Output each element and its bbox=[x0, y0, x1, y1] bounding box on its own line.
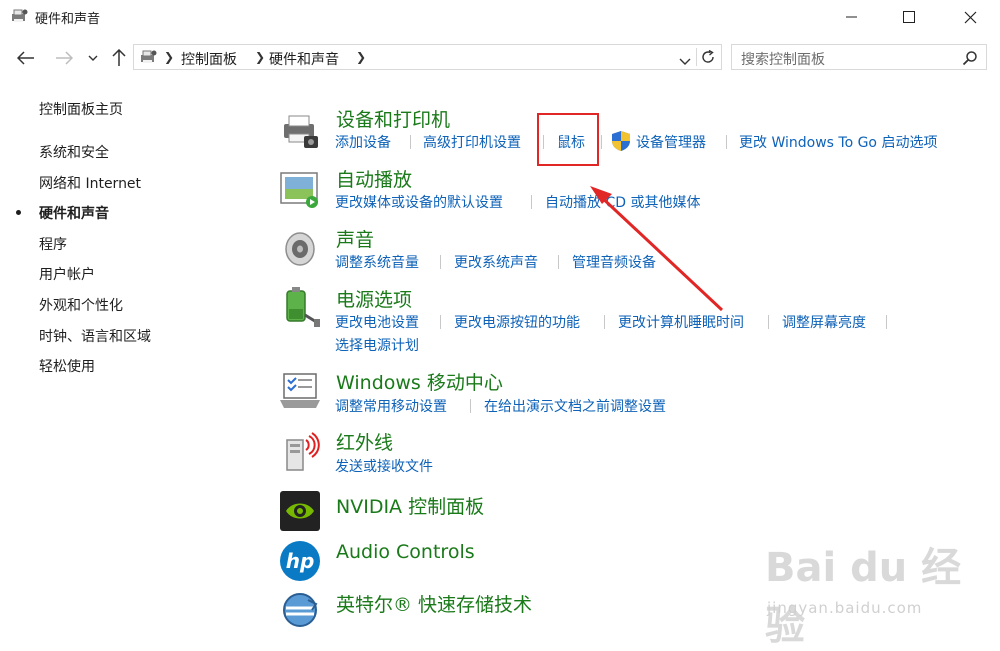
category-mobility-title[interactable]: Windows 移动中心 bbox=[336, 368, 503, 395]
nvidia-icon[interactable] bbox=[278, 489, 322, 533]
link-battery-settings[interactable]: 更改电池设置 bbox=[335, 312, 419, 332]
svg-text:hp: hp bbox=[286, 549, 315, 573]
link-divider bbox=[726, 135, 727, 149]
baidu-watermark: Bai du 经验 jingyan.baidu.com bbox=[765, 535, 965, 649]
hardware-sound-icon bbox=[10, 8, 28, 24]
link-divider bbox=[558, 255, 559, 269]
nav-appearance[interactable]: 外观和个性化 bbox=[39, 295, 123, 315]
nav-network-internet[interactable]: 网络和 Internet bbox=[39, 173, 141, 193]
maximize-button[interactable] bbox=[886, 0, 932, 34]
hp-logo-icon[interactable]: hp bbox=[278, 539, 322, 583]
battery-icon[interactable] bbox=[278, 285, 322, 329]
nav-user-accounts[interactable]: 用户帐户 bbox=[39, 264, 95, 284]
link-divider bbox=[531, 195, 532, 209]
search-box[interactable]: 搜索控制面板 bbox=[731, 44, 987, 70]
minimize-button[interactable] bbox=[829, 0, 875, 34]
link-divider bbox=[604, 315, 605, 329]
link-autoplay-cd[interactable]: 自动播放 CD 或其他媒体 bbox=[545, 192, 700, 212]
forward-arrow-icon[interactable] bbox=[54, 48, 74, 68]
search-icon[interactable] bbox=[962, 50, 978, 70]
intel-storage-icon[interactable] bbox=[278, 588, 322, 632]
category-audio-controls-title[interactable]: Audio Controls bbox=[336, 541, 475, 563]
breadcrumb-control-panel[interactable]: 控制面板 bbox=[181, 49, 237, 69]
link-divider bbox=[886, 315, 887, 329]
link-divider bbox=[768, 315, 769, 329]
link-divider bbox=[601, 135, 602, 149]
search-input[interactable]: 搜索控制面板 bbox=[741, 49, 825, 69]
link-divider bbox=[410, 135, 411, 149]
category-power-title[interactable]: 电源选项 bbox=[336, 285, 412, 312]
speaker-icon[interactable] bbox=[278, 227, 322, 271]
title-bar: 硬件和声音 bbox=[0, 0, 1000, 34]
close-button[interactable] bbox=[947, 0, 993, 34]
window-title: 硬件和声音 bbox=[35, 12, 101, 27]
nav-clock-region[interactable]: 时钟、语言和区域 bbox=[39, 326, 151, 346]
link-divider bbox=[470, 399, 471, 413]
refresh-icon[interactable] bbox=[700, 49, 716, 69]
address-divider bbox=[696, 48, 697, 66]
category-devices-printers-title[interactable]: 设备和打印机 bbox=[336, 105, 450, 132]
address-dropdown-icon[interactable] bbox=[679, 51, 691, 70]
link-send-receive-files[interactable]: 发送或接收文件 bbox=[335, 456, 433, 476]
recent-chevron-down-icon[interactable] bbox=[83, 48, 103, 68]
link-manage-audio-devices[interactable]: 管理音频设备 bbox=[572, 252, 656, 272]
nav-ease-of-access[interactable]: 轻松使用 bbox=[39, 356, 95, 376]
nav-system-security[interactable]: 系统和安全 bbox=[39, 142, 109, 162]
address-bar[interactable]: ❯ 控制面板 ❯ 硬件和声音 ❯ bbox=[133, 44, 722, 70]
link-power-button-function[interactable]: 更改电源按钮的功能 bbox=[454, 312, 580, 332]
mobility-laptop-icon[interactable] bbox=[278, 370, 322, 414]
uac-shield-icon bbox=[611, 130, 631, 156]
link-adjust-volume[interactable]: 调整系统音量 bbox=[335, 252, 419, 272]
link-presentation-settings[interactable]: 在给出演示文档之前调整设置 bbox=[484, 396, 666, 416]
category-autoplay-title[interactable]: 自动播放 bbox=[336, 165, 412, 192]
autoplay-icon[interactable] bbox=[278, 170, 322, 214]
breadcrumb-hardware-sound[interactable]: 硬件和声音 bbox=[269, 49, 339, 69]
category-sound-title[interactable]: 声音 bbox=[336, 225, 374, 252]
link-mobility-settings[interactable]: 调整常用移动设置 bbox=[335, 396, 447, 416]
infrared-icon[interactable] bbox=[278, 430, 322, 474]
link-windows-to-go[interactable]: 更改 Windows To Go 启动选项 bbox=[739, 132, 937, 152]
chevron-right-icon[interactable]: ❯ bbox=[356, 50, 366, 64]
nav-hardware-sound[interactable]: 硬件和声音 bbox=[39, 203, 109, 223]
chevron-right-icon[interactable]: ❯ bbox=[164, 50, 174, 64]
link-media-default-settings[interactable]: 更改媒体或设备的默认设置 bbox=[335, 192, 503, 212]
category-intel-title[interactable]: 英特尔® 快速存储技术 bbox=[336, 590, 532, 617]
link-advanced-printer-setup[interactable]: 高级打印机设置 bbox=[423, 132, 521, 152]
current-item-bullet bbox=[16, 210, 21, 215]
up-arrow-icon[interactable] bbox=[109, 48, 129, 68]
link-screen-brightness[interactable]: 调整屏幕亮度 bbox=[782, 312, 866, 332]
watermark-brand: Bai du 经验 bbox=[765, 545, 962, 649]
hardware-sound-icon bbox=[139, 49, 157, 65]
link-divider bbox=[440, 315, 441, 329]
chevron-right-icon[interactable]: ❯ bbox=[255, 50, 265, 64]
link-power-plan[interactable]: 选择电源计划 bbox=[335, 335, 419, 355]
link-divider bbox=[440, 255, 441, 269]
link-device-manager[interactable]: 设备管理器 bbox=[636, 132, 706, 152]
category-infrared-title[interactable]: 红外线 bbox=[336, 428, 393, 455]
mouse-highlight-box bbox=[537, 113, 599, 166]
category-nvidia-title[interactable]: NVIDIA 控制面板 bbox=[336, 492, 484, 519]
watermark-url: jingyan.baidu.com bbox=[767, 599, 923, 617]
link-add-device[interactable]: 添加设备 bbox=[335, 132, 391, 152]
back-arrow-icon[interactable] bbox=[16, 48, 36, 68]
nav-control-panel-home[interactable]: 控制面板主页 bbox=[39, 99, 123, 119]
nav-programs[interactable]: 程序 bbox=[39, 234, 67, 254]
printer-icon[interactable] bbox=[278, 112, 322, 156]
link-sleep-time[interactable]: 更改计算机睡眠时间 bbox=[618, 312, 744, 332]
link-change-system-sounds[interactable]: 更改系统声音 bbox=[454, 252, 538, 272]
